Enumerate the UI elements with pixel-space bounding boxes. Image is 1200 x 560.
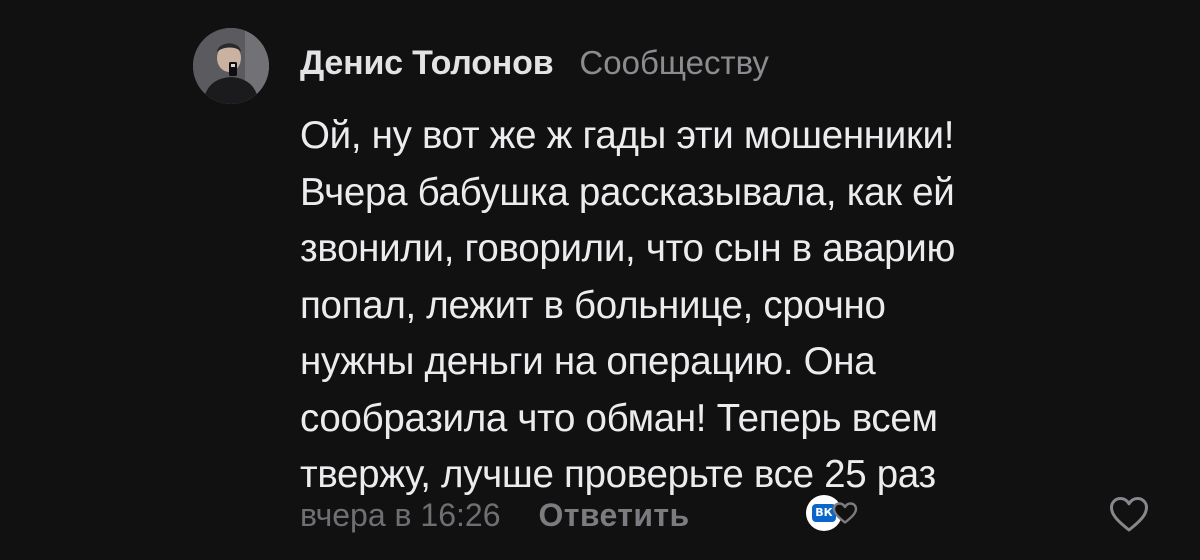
- comment-header: Денис Толонов Сообществу: [300, 44, 769, 92]
- heart-outline-icon: [832, 502, 858, 524]
- comment-text: Ой, ну вот же ж гады эти мошенники! Вчер…: [300, 114, 956, 496]
- author-name[interactable]: Денис Толонов: [300, 44, 554, 83]
- comment: Денис Толонов Сообществу Ой, ну вот же ж…: [0, 0, 1200, 560]
- comment-meta: вчера в 16:26 Ответить: [300, 493, 690, 537]
- like-button[interactable]: [1107, 493, 1151, 537]
- author-avatar[interactable]: [193, 28, 269, 104]
- reaction-summary[interactable]: ВК: [806, 491, 862, 535]
- reply-button[interactable]: Ответить: [538, 497, 689, 534]
- avatar-photo-icon: [193, 28, 269, 104]
- timestamp: вчера в 16:26: [300, 496, 501, 533]
- recipient-label: Сообществу: [579, 44, 769, 81]
- heart-outline-icon: [1110, 497, 1148, 532]
